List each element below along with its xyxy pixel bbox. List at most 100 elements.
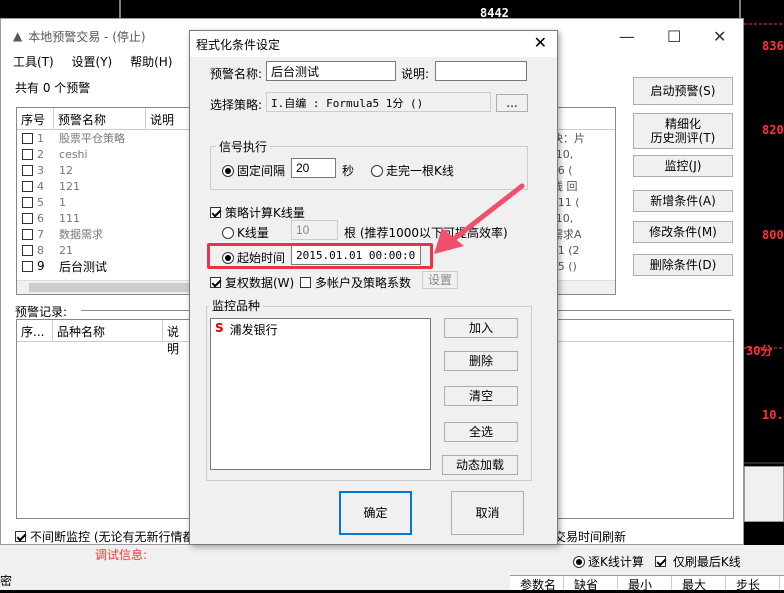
row-checkbox[interactable] <box>22 260 33 272</box>
desc-label: 说明: <box>401 67 430 81</box>
row-number: 8 <box>37 243 44 257</box>
browse-button[interactable]: ... <box>496 94 528 112</box>
row-name: ceshi <box>59 147 88 161</box>
settings-button[interactable]: 设置 <box>422 271 458 289</box>
records-col-no[interactable]: 序... <box>17 320 53 341</box>
menu-help[interactable]: 帮助(H) <box>130 55 172 69</box>
row-number: 9 <box>37 259 45 273</box>
stock-marker: S <box>215 321 224 335</box>
kline-count-input[interactable] <box>291 220 338 240</box>
desc-input[interactable] <box>435 61 527 81</box>
row-checkbox[interactable] <box>22 132 33 144</box>
backtest-button[interactable]: 精细化 历史测评(T) <box>633 113 733 149</box>
delete-button[interactable]: 删除 <box>444 351 518 371</box>
list-item[interactable]: S 浦发银行 <box>211 319 430 340</box>
row-checkbox[interactable] <box>22 148 33 160</box>
row-name: 121 <box>59 179 80 193</box>
fixed-interval-option[interactable]: 固定间隔 <box>222 162 285 179</box>
select-all-button[interactable]: 全选 <box>444 422 518 442</box>
close-icon[interactable]: ✕ <box>713 27 726 46</box>
clear-button[interactable]: 清空 <box>444 386 518 406</box>
per-k-label: 逐K线计算 <box>588 555 644 569</box>
only-last-k-label: 仅刷最后K线 <box>672 555 741 569</box>
seconds-label: 秒 <box>342 164 355 178</box>
param-col-header[interactable]: 最小 <box>618 576 672 592</box>
add-button[interactable]: 加入 <box>444 318 518 338</box>
row-number: 5 <box>37 195 44 209</box>
row-name: 后台测试 <box>59 259 108 274</box>
kline-count-radio[interactable] <box>222 226 234 239</box>
records-col-name[interactable]: 品种名称 <box>53 320 163 341</box>
cancel-button[interactable]: 取消 <box>451 491 524 535</box>
col-no[interactable]: 序号 <box>17 108 54 129</box>
kline-count-label: K线量 <box>237 226 269 240</box>
row-number: 7 <box>37 227 44 241</box>
add-condition-button[interactable]: 新增条件(A) <box>633 190 733 212</box>
per-k-option[interactable]: 逐K线计算 仅刷最后K线 <box>573 553 741 570</box>
multi-account-checkbox[interactable] <box>300 277 311 288</box>
col-desc[interactable]: 说明 <box>146 108 186 129</box>
row-checkbox[interactable] <box>22 180 33 192</box>
calc-kline-checkbox[interactable] <box>210 207 221 218</box>
records-label: 预警记录: <box>15 305 68 319</box>
edit-condition-button[interactable]: 修改条件(M) <box>633 221 733 243</box>
condition-dialog: 程式化条件设定 ✕ 预警名称: 说明: 选择策略: I.自编 : Formula… <box>189 30 558 545</box>
alert-name-label: 预警名称: <box>210 67 263 81</box>
param-col-header[interactable]: 参数名 <box>510 576 564 592</box>
restore-label: 复权数据(W) <box>225 276 295 290</box>
ok-button[interactable]: 确定 <box>339 491 412 535</box>
row-name: 数据需求 <box>59 228 103 241</box>
restore-checkbox[interactable] <box>210 277 221 288</box>
row-checkbox[interactable] <box>22 228 33 240</box>
minimize-icon[interactable]: — <box>619 27 635 46</box>
row-number: 4 <box>37 179 44 193</box>
dialog-title: 程式化条件设定 <box>196 37 281 52</box>
only-last-k-checkbox[interactable] <box>654 556 666 567</box>
restore-option[interactable]: 复权数据(W) <box>210 274 294 291</box>
dialog-close-icon[interactable]: ✕ <box>534 33 547 52</box>
dialog-titlebar: 程式化条件设定 ✕ <box>190 31 557 57</box>
side-panel <box>744 466 784 522</box>
row-number: 1 <box>37 131 44 145</box>
multi-account-option[interactable]: 多帐户及策略系数 <box>300 274 411 291</box>
monitor-list[interactable]: S 浦发银行 <box>210 318 431 470</box>
start-alert-button[interactable]: 启动预警(S) <box>633 77 733 105</box>
after-k-radio[interactable] <box>371 164 383 177</box>
per-k-radio[interactable] <box>573 555 585 568</box>
param-col-header[interactable]: 最大 <box>672 576 726 592</box>
row-checkbox[interactable] <box>22 196 33 208</box>
row-number: 6 <box>37 211 44 225</box>
menu-settings[interactable]: 设置(Y) <box>72 55 113 69</box>
strategy-label: 选择策略: <box>210 98 263 112</box>
col-name[interactable]: 预警名称 <box>54 108 146 129</box>
after-k-option[interactable]: 走完一根K线 <box>371 162 454 179</box>
row-checkbox[interactable] <box>22 164 33 176</box>
continuous-monitor-checkbox[interactable] <box>15 531 26 542</box>
delete-condition-button[interactable]: 删除条件(D) <box>633 254 733 276</box>
kline-count-option[interactable]: K线量 <box>222 224 269 241</box>
alert-count: 共有 0 个预警 <box>15 81 91 95</box>
param-table-header: 参数名 缺省 最小 最大 步长 <box>510 575 784 592</box>
menu-bar: 工具(T) 设置(Y) 帮助(H) <box>13 53 186 70</box>
row-checkbox[interactable] <box>22 212 33 224</box>
param-col-header[interactable]: 缺省 <box>564 576 618 592</box>
calc-kline-option[interactable]: 策略计算K线量 <box>210 204 305 221</box>
menu-tools[interactable]: 工具(T) <box>13 55 54 69</box>
annotation-arrow-icon <box>434 183 525 254</box>
maximize-icon[interactable]: ☐ <box>667 27 681 46</box>
dynamic-load-button[interactable]: 动态加载 <box>442 455 518 475</box>
row-number: 3 <box>37 163 44 177</box>
alert-name-input[interactable] <box>266 61 396 81</box>
after-k-label: 走完一根K线 <box>386 164 454 178</box>
row-name: 21 <box>59 243 73 257</box>
param-col-header[interactable]: 步长 <box>726 576 780 592</box>
monitor-button[interactable]: 监控(J) <box>633 155 733 177</box>
continuous-monitor-label: 不间断监控 (无论有无新行情都 <box>30 530 195 544</box>
highlight-box <box>207 243 433 269</box>
interval-input[interactable] <box>291 158 336 178</box>
row-checkbox[interactable] <box>22 244 33 256</box>
window-title: 本地预警交易 - (停止) <box>28 29 146 44</box>
continuous-monitor-option[interactable]: 不间断监控 (无论有无新行情都 <box>15 528 195 545</box>
strategy-select[interactable]: I.自编 : Formula5 1分 () <box>266 92 491 112</box>
fixed-interval-radio[interactable] <box>222 164 234 177</box>
